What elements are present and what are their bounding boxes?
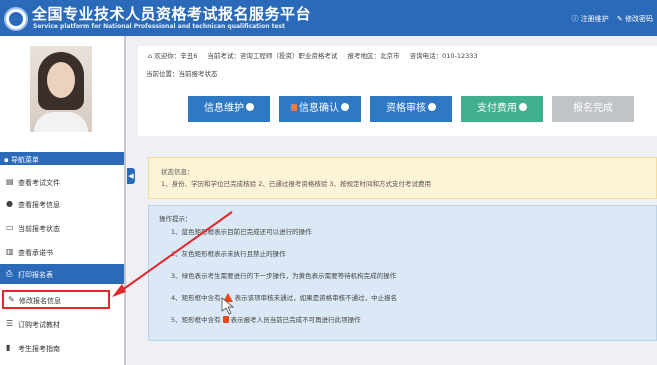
nav-menu-header: ▪ 导航菜单 xyxy=(0,152,124,165)
change-password-link[interactable]: ✎ 修改密码 xyxy=(617,15,653,23)
sidebar-item-exam-info[interactable]: ● 查看报考信息 xyxy=(0,194,124,214)
current-exam: 咨询工程师（投资）职业资格考试 xyxy=(239,52,338,60)
step-info-confirm[interactable]: 信息确认 xyxy=(279,96,361,122)
lock-icon xyxy=(222,315,229,323)
platform-logo xyxy=(4,7,28,31)
platform-title: 全国专业技术人员资格考试报名服务平台 xyxy=(32,5,312,23)
hint-row-5: 5、矩形框中含有 表示报考人员当前已完成不可再进行此项操作 xyxy=(171,315,361,324)
info-icon: ● xyxy=(6,199,13,208)
sidebar-item-exam-files[interactable]: ▤ 查看考试文件 xyxy=(0,172,124,192)
status-title: 状态信息： xyxy=(161,168,194,176)
print-icon: ⎙ xyxy=(6,269,13,278)
sidebar-collapse-toggle[interactable]: ◀ xyxy=(127,168,135,184)
hotline: 010-12333 xyxy=(442,52,478,60)
sidebar: ▪ 导航菜单 ▤ 查看考试文件 ● 查看报考信息 ▭ 当前报考状态 ▥ 查看承诺… xyxy=(0,36,126,365)
user-info-line: ⌂ 欢迎你：辛丑6 当前考试：咨询工程师（投资）职业资格考试 报考地区：北京市 … xyxy=(148,52,478,60)
platform-subtitle: Service platform for National Profession… xyxy=(33,23,285,30)
info-bar: ⌂ 欢迎你：辛丑6 当前考试：咨询工程师（投资）职业资格考试 报考地区：北京市 … xyxy=(138,46,657,136)
chevron-right-icon xyxy=(246,103,254,111)
lock-icon xyxy=(291,103,297,111)
step-registration-complete: 报名完成 xyxy=(552,96,634,122)
sidebar-item-order-books[interactable]: ☰ 订购考试教材 xyxy=(0,314,124,334)
sidebar-item-print-form[interactable]: ⎙ 打印报名表 xyxy=(0,264,124,284)
sidebar-item-edit-info[interactable]: ✎ 修改报名信息 xyxy=(2,290,110,309)
exam-region: 北京市 xyxy=(380,52,400,60)
chevron-right-icon xyxy=(519,103,527,111)
operation-hints-panel: 操作提示： 1、蓝色矩形框表示目前已完成还可以进行的操作 2、灰色矩形框表示未执… xyxy=(148,205,657,341)
user-name: 辛丑6 xyxy=(180,52,198,60)
step-info-maintain[interactable]: 信息维护 xyxy=(188,96,270,122)
header-links: ⓘ 注册维护 ✎ 修改密码 xyxy=(565,14,653,24)
progress-steps: 信息维护 信息确认 资格审核 支付费用 报名完成 xyxy=(138,96,657,122)
ops-title: 操作提示： xyxy=(159,215,192,223)
register-maintain-link[interactable]: ⓘ 注册维护 xyxy=(571,15,608,23)
sidebar-item-guide[interactable]: ▮ 考生报考指南 xyxy=(0,338,124,358)
edit-icon: ✎ xyxy=(8,295,15,304)
avatar xyxy=(30,46,92,132)
breadcrumb: 当前位置：当前报考状态 xyxy=(146,70,218,78)
step-payment[interactable]: 支付费用 xyxy=(461,96,543,122)
hint-row-3: 3、绿色表示考生需要进行的下一步操作，为黄色表示需要等待机构完成的操作 xyxy=(171,272,397,280)
chevron-right-icon xyxy=(341,103,349,111)
monitor-icon: ▭ xyxy=(6,223,14,232)
hint-row-1: 1、蓝色矩形框表示目前已完成还可以进行的操作 xyxy=(171,228,312,236)
chevron-right-icon xyxy=(428,103,436,111)
warning-icon xyxy=(222,292,233,302)
hint-row-4: 4、矩形框中含有 表示该项审核未通过，如果是资格审核不通过，中止报名 xyxy=(171,292,398,302)
sidebar-item-commitment[interactable]: ▥ 查看承诺书 xyxy=(0,242,124,262)
status-text: 1、身份、学历和学位已完成核验 2、已通过报考资格核验 3、按规定时间和方式支付… xyxy=(161,180,432,188)
cart-icon: ☰ xyxy=(6,319,14,328)
status-info-panel: 状态信息： 1、身份、学历和学位已完成核验 2、已通过报考资格核验 3、按规定时… xyxy=(148,157,657,199)
book-icon: ▥ xyxy=(6,247,14,256)
hint-row-2: 2、灰色矩形框表示未执行且禁止的操作 xyxy=(171,250,286,258)
sidebar-item-current-status[interactable]: ▭ 当前报考状态 xyxy=(0,218,124,238)
file-icon: ▤ xyxy=(6,177,14,186)
top-header: 全国专业技术人员资格考试报名服务平台 Service platform for … xyxy=(0,0,657,36)
step-qualification-review[interactable]: 资格审核 xyxy=(370,96,452,122)
guide-icon: ▮ xyxy=(6,343,11,352)
